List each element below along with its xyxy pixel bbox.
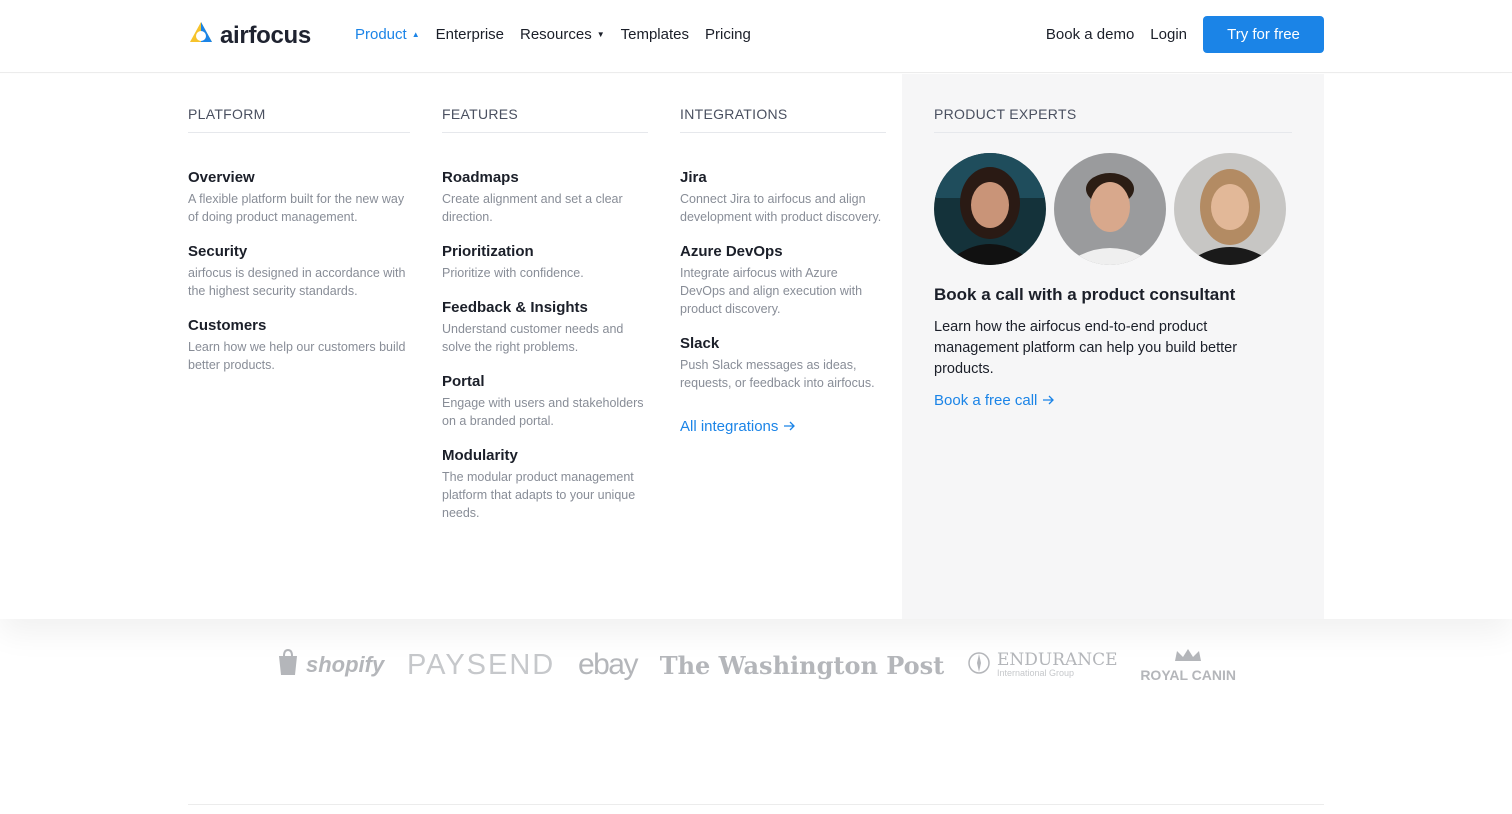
menu-item-desc: airfocus is designed in accordance with … [188, 266, 406, 298]
experts-heading: PRODUCT EXPERTS [934, 106, 1292, 133]
avatar [1174, 153, 1286, 265]
caret-down-icon: ▼ [596, 29, 605, 39]
features-column: FEATURES Roadmaps Create alignment and s… [442, 106, 648, 538]
menu-item-security[interactable]: Security airfocus is designed in accorda… [188, 242, 410, 300]
section-divider [188, 804, 1324, 805]
nav-resources[interactable]: Resources ▼ [520, 26, 605, 43]
endurance-wordmark: ENDURANCE [996, 650, 1118, 670]
menu-item-feedback-insights[interactable]: Feedback & Insights Understand customer … [442, 298, 648, 356]
menu-item-title: Azure DevOps [680, 243, 783, 260]
platform-list: Overview A flexible platform built for t… [188, 168, 410, 374]
nav-templates[interactable]: Templates [621, 26, 689, 43]
nav-product[interactable]: Product ▲ [355, 26, 420, 43]
menu-item-desc: Prioritize with confidence. [442, 266, 584, 280]
compass-icon [967, 651, 991, 680]
menu-item-desc: Integrate airfocus with Azure DevOps and… [680, 266, 863, 316]
menu-item-roadmaps[interactable]: Roadmaps Create alignment and set a clea… [442, 168, 648, 226]
menu-item-title: Modularity [442, 447, 518, 464]
features-list: Roadmaps Create alignment and set a clea… [442, 168, 648, 522]
book-free-call-link[interactable]: Book a free call [934, 392, 1055, 409]
header-actions: Book a demo Login Try for free [1046, 16, 1324, 53]
arrow-right-icon [784, 418, 796, 435]
menu-item-title: Portal [442, 373, 485, 390]
expert-avatars [934, 153, 1292, 265]
menu-item-desc: Learn how we help our customers build be… [188, 340, 406, 372]
product-mega-menu: PLATFORM Overview A flexible platform bu… [0, 74, 1512, 619]
experts-title: Book a call with a product consultant [934, 285, 1236, 304]
integrations-column: INTEGRATIONS Jira Connect Jira to airfoc… [680, 106, 886, 436]
experts-description: Learn how the airfocus end-to-end produc… [934, 319, 1238, 377]
menu-item-portal[interactable]: Portal Engage with users and stakeholder… [442, 372, 648, 430]
menu-item-title: Feedback & Insights [442, 299, 588, 316]
washington-post-logo: The Washington Post [659, 650, 945, 680]
platform-heading: PLATFORM [188, 106, 410, 133]
nav-pricing-label: Pricing [705, 26, 751, 43]
menu-item-title: Customers [188, 317, 267, 334]
avatar [934, 153, 1046, 265]
nav-enterprise[interactable]: Enterprise [436, 26, 504, 43]
menu-item-desc: Understand customer needs and solve the … [442, 322, 624, 354]
ebay-logo: ebay [577, 648, 639, 681]
paysend-logo: PAYSEND [406, 648, 556, 681]
menu-item-prioritization[interactable]: Prioritization Prioritize with confidenc… [442, 242, 648, 282]
shopify-wordmark: shopify [306, 652, 385, 677]
menu-item-desc: Push Slack messages as ideas, requests, … [680, 358, 875, 390]
menu-item-desc: The modular product management platform … [442, 470, 636, 520]
book-demo-link[interactable]: Book a demo [1046, 26, 1134, 43]
royal-canin-logo: ROYAL CANIN [1140, 648, 1236, 683]
arrow-right-icon [1043, 392, 1055, 409]
site-header: airfocus Product ▲ Enterprise Resources … [0, 0, 1512, 73]
all-integrations-link[interactable]: All integrations [680, 418, 796, 435]
nav-pricing[interactable]: Pricing [705, 26, 751, 43]
nav-templates-label: Templates [620, 26, 689, 43]
menu-item-desc: Engage with users and stakeholders on a … [442, 396, 644, 428]
menu-item-title: Slack [680, 335, 720, 352]
menu-item-title: Security [188, 243, 248, 260]
logo-text: airfocus [220, 21, 311, 49]
menu-item-desc: Connect Jira to airfocus and align devel… [680, 192, 882, 224]
crown-icon [1173, 648, 1203, 667]
menu-item-desc: Create alignment and set a clear directi… [442, 192, 623, 224]
nav-resources-label: Resources [520, 26, 592, 43]
main-nav: Product ▲ Enterprise Resources ▼ Templat… [355, 26, 767, 43]
integrations-heading: INTEGRATIONS [680, 106, 886, 133]
airfocus-logo-icon [188, 20, 214, 51]
menu-item-jira[interactable]: Jira Connect Jira to airfocus and align … [680, 168, 886, 226]
menu-item-slack[interactable]: Slack Push Slack messages as ideas, requ… [680, 334, 886, 392]
features-heading: FEATURES [442, 106, 648, 133]
menu-item-title: Prioritization [442, 243, 534, 260]
experts-content: PRODUCT EXPERTS Book a call with a produ… [934, 106, 1292, 410]
avatar [1054, 153, 1166, 265]
menu-item-title: Roadmaps [442, 169, 519, 186]
menu-item-customers[interactable]: Customers Learn how we help our customer… [188, 316, 410, 374]
customer-logos: shopify PAYSEND ebay The Washington Post… [276, 640, 1236, 690]
royal-canin-wordmark: ROYAL CANIN [1140, 666, 1236, 683]
product-experts-panel: PRODUCT EXPERTS Book a call with a produ… [902, 74, 1324, 619]
nav-enterprise-label: Enterprise [435, 26, 504, 43]
shopify-logo: shopify [276, 648, 384, 682]
integrations-list: Jira Connect Jira to airfocus and align … [680, 168, 886, 392]
menu-item-desc: A flexible platform built for the new wa… [188, 192, 405, 224]
menu-item-title: Overview [188, 169, 255, 186]
shopify-bag-icon [276, 648, 300, 682]
platform-column: PLATFORM Overview A flexible platform bu… [188, 106, 410, 390]
menu-item-modularity[interactable]: Modularity The modular product managemen… [442, 446, 648, 522]
menu-item-overview[interactable]: Overview A flexible platform built for t… [188, 168, 410, 226]
nav-product-label: Product [355, 26, 407, 43]
try-for-free-button[interactable]: Try for free [1203, 16, 1324, 53]
menu-item-azure-devops[interactable]: Azure DevOps Integrate airfocus with Azu… [680, 242, 886, 318]
caret-up-icon: ▲ [411, 29, 420, 39]
all-integrations-label: All integrations [680, 418, 779, 435]
airfocus-logo[interactable]: airfocus [188, 20, 311, 51]
login-link[interactable]: Login [1150, 26, 1187, 43]
endurance-logo: ENDURANCE International Group [967, 651, 1118, 680]
menu-item-title: Jira [680, 169, 707, 186]
book-free-call-label: Book a free call [934, 392, 1038, 409]
